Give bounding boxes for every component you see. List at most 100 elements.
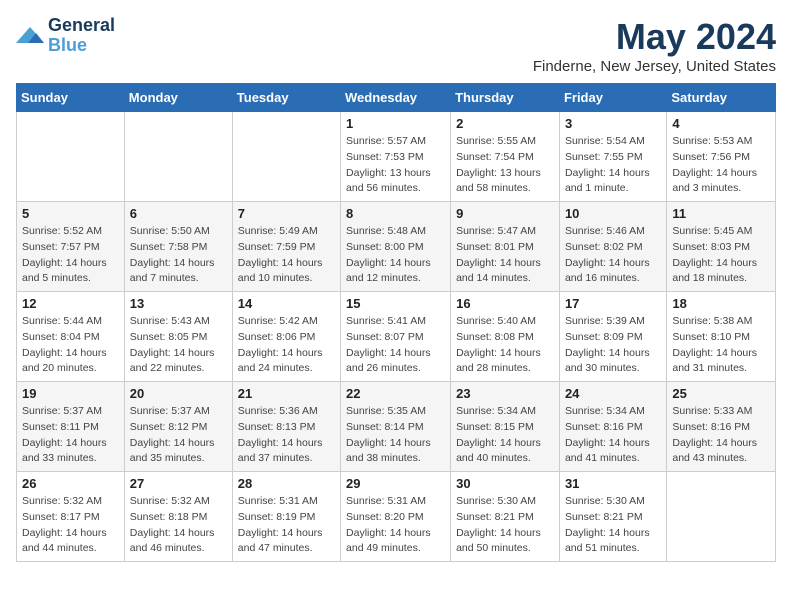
header-saturday: Saturday bbox=[667, 84, 776, 112]
calendar-cell: 3Sunrise: 5:54 AMSunset: 7:55 PMDaylight… bbox=[559, 112, 666, 202]
calendar-cell: 25Sunrise: 5:33 AMSunset: 8:16 PMDayligh… bbox=[667, 382, 776, 472]
calendar-cell: 27Sunrise: 5:32 AMSunset: 8:18 PMDayligh… bbox=[124, 472, 232, 562]
day-info: Sunrise: 5:48 AMSunset: 8:00 PMDaylight:… bbox=[346, 224, 445, 287]
calendar-cell: 18 Sunrise: 5:38 AMSunset: 8:10 PMDayligh… bbox=[667, 292, 776, 382]
week-row-4: 19 Sunrise: 5:37 AMSunset: 8:11 PMDayligh… bbox=[17, 382, 776, 472]
day-number: 14 bbox=[238, 296, 335, 311]
header-thursday: Thursday bbox=[451, 84, 560, 112]
calendar-cell: 11 Sunrise: 5:45 AMSunset: 8:03 PMDayligh… bbox=[667, 202, 776, 292]
day-number: 27 bbox=[130, 476, 227, 491]
day-number: 9 bbox=[456, 206, 554, 221]
day-number: 17 bbox=[565, 296, 661, 311]
calendar-cell: 9 Sunrise: 5:47 AMSunset: 8:01 PMDaylight… bbox=[451, 202, 560, 292]
calendar-cell: 10 Sunrise: 5:46 AMSunset: 8:02 PMDayligh… bbox=[559, 202, 666, 292]
day-number: 20 bbox=[130, 386, 227, 401]
calendar-cell: 14 Sunrise: 5:42 AMSunset: 8:06 PMDayligh… bbox=[232, 292, 340, 382]
week-row-5: 26Sunrise: 5:32 AMSunset: 8:17 PMDayligh… bbox=[17, 472, 776, 562]
day-info: Sunrise: 5:42 AMSunset: 8:06 PMDaylight:… bbox=[238, 314, 335, 377]
day-info: Sunrise: 5:34 AMSunset: 8:16 PMDaylight:… bbox=[565, 404, 661, 467]
calendar-cell: 15 Sunrise: 5:41 AMSunset: 8:07 PMDayligh… bbox=[341, 292, 451, 382]
day-info: Sunrise: 5:36 AMSunset: 8:13 PMDaylight:… bbox=[238, 404, 335, 467]
header-friday: Friday bbox=[559, 84, 666, 112]
day-number: 31 bbox=[565, 476, 661, 491]
calendar-title: May 2024 bbox=[533, 16, 776, 58]
calendar-cell: 26Sunrise: 5:32 AMSunset: 8:17 PMDayligh… bbox=[17, 472, 125, 562]
calendar-cell bbox=[232, 112, 340, 202]
day-number: 2 bbox=[456, 116, 554, 131]
calendar-cell: 6 Sunrise: 5:50 AMSunset: 7:58 PMDaylight… bbox=[124, 202, 232, 292]
calendar-cell: 24 Sunrise: 5:34 AMSunset: 8:16 PMDayligh… bbox=[559, 382, 666, 472]
calendar-cell: 22 Sunrise: 5:35 AMSunset: 8:14 PMDayligh… bbox=[341, 382, 451, 472]
day-number: 8 bbox=[346, 206, 445, 221]
calendar-cell: 1 Sunrise: 5:57 AMSunset: 7:53 PMDaylight… bbox=[341, 112, 451, 202]
calendar-cell: 23Sunrise: 5:34 AMSunset: 8:15 PMDayligh… bbox=[451, 382, 560, 472]
calendar-cell: 2 Sunrise: 5:55 AMSunset: 7:54 PMDaylight… bbox=[451, 112, 560, 202]
day-number: 3 bbox=[565, 116, 661, 131]
day-number: 22 bbox=[346, 386, 445, 401]
calendar-cell: 13Sunrise: 5:43 AMSunset: 8:05 PMDayligh… bbox=[124, 292, 232, 382]
calendar-subtitle: Finderne, New Jersey, United States bbox=[533, 58, 776, 75]
day-info: Sunrise: 5:39 AMSunset: 8:09 PMDaylight:… bbox=[565, 314, 661, 377]
day-number: 1 bbox=[346, 116, 445, 131]
header-sunday: Sunday bbox=[17, 84, 125, 112]
day-info: Sunrise: 5:40 AMSunset: 8:08 PMDaylight:… bbox=[456, 314, 554, 377]
week-row-2: 5 Sunrise: 5:52 AMSunset: 7:57 PMDaylight… bbox=[17, 202, 776, 292]
day-number: 21 bbox=[238, 386, 335, 401]
day-info: Sunrise: 5:44 AMSunset: 8:04 PMDaylight:… bbox=[22, 314, 119, 377]
calendar-cell bbox=[124, 112, 232, 202]
day-number: 5 bbox=[22, 206, 119, 221]
calendar-cell bbox=[667, 472, 776, 562]
day-info: Sunrise: 5:49 AMSunset: 7:59 PMDaylight:… bbox=[238, 224, 335, 287]
day-info: Sunrise: 5:38 AMSunset: 8:10 PMDaylight:… bbox=[672, 314, 770, 377]
day-number: 12 bbox=[22, 296, 119, 311]
day-number: 7 bbox=[238, 206, 335, 221]
calendar-cell: 30 Sunrise: 5:30 AMSunset: 8:21 PMDayligh… bbox=[451, 472, 560, 562]
day-info: Sunrise: 5:45 AMSunset: 8:03 PMDaylight:… bbox=[672, 224, 770, 287]
day-number: 29 bbox=[346, 476, 445, 491]
day-info: Sunrise: 5:46 AMSunset: 8:02 PMDaylight:… bbox=[565, 224, 661, 287]
logo-line1: General bbox=[48, 16, 115, 36]
page-header: General Blue May 2024 Finderne, New Jers… bbox=[16, 16, 776, 75]
calendar-cell: 21 Sunrise: 5:36 AMSunset: 8:13 PMDayligh… bbox=[232, 382, 340, 472]
day-info: Sunrise: 5:41 AMSunset: 8:07 PMDaylight:… bbox=[346, 314, 445, 377]
calendar-cell: 31 Sunrise: 5:30 AMSunset: 8:21 PMDayligh… bbox=[559, 472, 666, 562]
header-tuesday: Tuesday bbox=[232, 84, 340, 112]
day-number: 23 bbox=[456, 386, 554, 401]
calendar-cell: 16 Sunrise: 5:40 AMSunset: 8:08 PMDayligh… bbox=[451, 292, 560, 382]
header-monday: Monday bbox=[124, 84, 232, 112]
day-info: Sunrise: 5:47 AMSunset: 8:01 PMDaylight:… bbox=[456, 224, 554, 287]
calendar-table: SundayMondayTuesdayWednesdayThursdayFrid… bbox=[16, 83, 776, 562]
calendar-cell: 29 Sunrise: 5:31 AMSunset: 8:20 PMDayligh… bbox=[341, 472, 451, 562]
calendar-cell: 7 Sunrise: 5:49 AMSunset: 7:59 PMDaylight… bbox=[232, 202, 340, 292]
calendar-cell: 17 Sunrise: 5:39 AMSunset: 8:09 PMDayligh… bbox=[559, 292, 666, 382]
day-info: Sunrise: 5:52 AMSunset: 7:57 PMDaylight:… bbox=[22, 224, 119, 287]
day-info: Sunrise: 5:57 AMSunset: 7:53 PMDaylight:… bbox=[346, 134, 445, 197]
day-number: 30 bbox=[456, 476, 554, 491]
day-info: Sunrise: 5:30 AMSunset: 8:21 PMDaylight:… bbox=[565, 494, 661, 557]
day-info: Sunrise: 5:43 AMSunset: 8:05 PMDaylight:… bbox=[130, 314, 227, 377]
day-info: Sunrise: 5:30 AMSunset: 8:21 PMDaylight:… bbox=[456, 494, 554, 557]
day-info: Sunrise: 5:32 AMSunset: 8:17 PMDaylight:… bbox=[22, 494, 119, 557]
calendar-header-row: SundayMondayTuesdayWednesdayThursdayFrid… bbox=[17, 84, 776, 112]
logo: General Blue bbox=[16, 16, 115, 56]
day-number: 18 bbox=[672, 296, 770, 311]
calendar-cell: 12 Sunrise: 5:44 AMSunset: 8:04 PMDayligh… bbox=[17, 292, 125, 382]
day-info: Sunrise: 5:55 AMSunset: 7:54 PMDaylight:… bbox=[456, 134, 554, 197]
day-info: Sunrise: 5:37 AMSunset: 8:11 PMDaylight:… bbox=[22, 404, 119, 467]
header-wednesday: Wednesday bbox=[341, 84, 451, 112]
calendar-cell: 19 Sunrise: 5:37 AMSunset: 8:11 PMDayligh… bbox=[17, 382, 125, 472]
day-number: 25 bbox=[672, 386, 770, 401]
day-number: 19 bbox=[22, 386, 119, 401]
day-info: Sunrise: 5:35 AMSunset: 8:14 PMDaylight:… bbox=[346, 404, 445, 467]
day-number: 6 bbox=[130, 206, 227, 221]
week-row-3: 12 Sunrise: 5:44 AMSunset: 8:04 PMDayligh… bbox=[17, 292, 776, 382]
day-info: Sunrise: 5:50 AMSunset: 7:58 PMDaylight:… bbox=[130, 224, 227, 287]
day-number: 15 bbox=[346, 296, 445, 311]
day-number: 16 bbox=[456, 296, 554, 311]
day-info: Sunrise: 5:31 AMSunset: 8:20 PMDaylight:… bbox=[346, 494, 445, 557]
calendar-cell: 20Sunrise: 5:37 AMSunset: 8:12 PMDayligh… bbox=[124, 382, 232, 472]
day-number: 10 bbox=[565, 206, 661, 221]
logo-icon bbox=[16, 25, 44, 47]
day-number: 11 bbox=[672, 206, 770, 221]
day-number: 24 bbox=[565, 386, 661, 401]
